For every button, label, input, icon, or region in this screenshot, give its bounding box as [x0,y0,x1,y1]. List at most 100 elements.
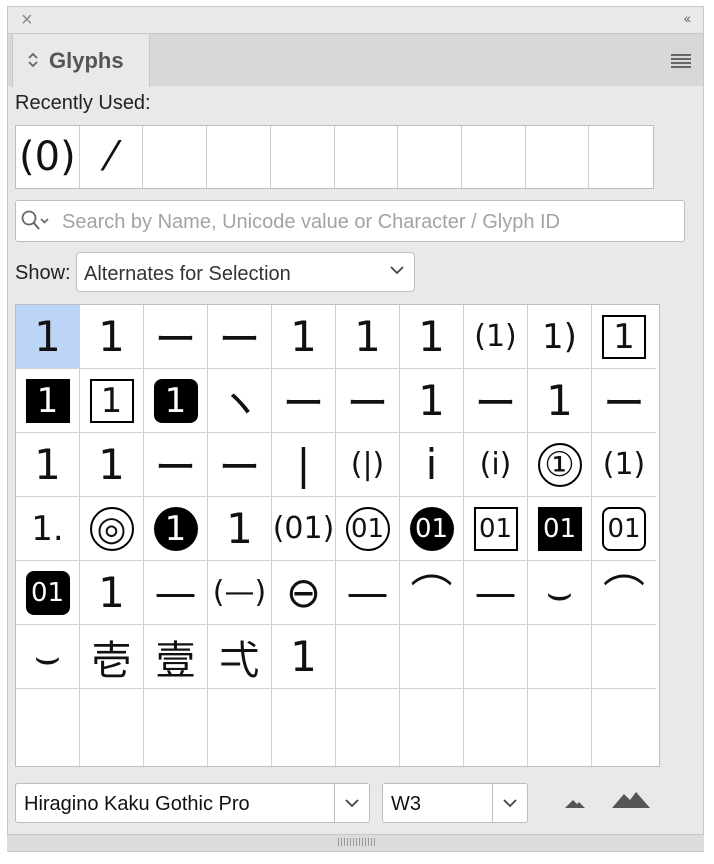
recent-glyph-cell[interactable]: (0) [16,126,80,188]
glyph-cell[interactable]: ー [208,433,272,497]
glyph-cell[interactable]: 01 [400,497,464,561]
font-family-dropdown-button[interactable] [334,784,369,822]
glyph-cell[interactable]: 1 [80,305,144,369]
glyph-cell[interactable] [144,689,208,768]
glyph-char: ⌣ [545,567,574,617]
glyph-cell[interactable]: 01 [592,497,656,561]
glyph-cell[interactable]: 1 [336,305,400,369]
show-dropdown[interactable]: Alternates for Selection [76,252,415,292]
glyph-cell[interactable]: ⌒ [592,561,656,625]
glyph-cell[interactable]: ー [144,305,208,369]
glyph-cell[interactable]: (i) [464,433,528,497]
glyph-cell[interactable]: 1 [272,305,336,369]
glyph-cell[interactable] [400,689,464,768]
glyph-cell[interactable]: ⊖ [272,561,336,625]
glyph-cell[interactable]: 1 [144,369,208,433]
glyph-cell[interactable]: 01 [528,497,592,561]
glyph-cell[interactable] [592,689,656,768]
glyph-cell[interactable]: 1 [208,497,272,561]
glyph-cell[interactable]: 1) [528,305,592,369]
search-icon[interactable] [20,209,50,233]
glyph-cell[interactable]: 1 [80,433,144,497]
glyph-char: (i) [479,447,512,482]
glyph-cell[interactable] [208,689,272,768]
glyph-cell[interactable]: ー [144,433,208,497]
collapse-panel-icon[interactable]: ‹‹ [684,10,691,26]
recent-glyph-cell[interactable] [462,126,526,188]
glyph-cell[interactable]: ー [336,369,400,433]
recent-glyph-cell[interactable] [398,126,462,188]
glyph-cell[interactable] [80,689,144,768]
glyph-cell[interactable]: 1 [16,433,80,497]
glyph-cell[interactable] [528,625,592,689]
close-icon[interactable]: × [21,9,33,31]
glyph-cell[interactable]: 1. [16,497,80,561]
recent-glyph-cell[interactable] [143,126,208,188]
glyph-cell[interactable]: 1 [272,625,336,689]
glyph-cell[interactable]: — [144,561,208,625]
glyph-cell[interactable]: ⌣ [16,625,80,689]
search-input[interactable] [60,201,674,243]
glyph-cell[interactable] [464,625,528,689]
glyph-cell[interactable]: ー [272,369,336,433]
font-weight-dropdown[interactable]: W3 [382,783,528,823]
glyph-cell[interactable]: ー [464,369,528,433]
glyph-cell[interactable]: 弌 [208,625,272,689]
glyph-char: 1 [98,568,125,617]
glyph-cell[interactable]: ー [208,305,272,369]
glyph-cell[interactable] [592,625,656,689]
glyph-cell[interactable]: — [464,561,528,625]
hamburger-menu-icon[interactable] [671,54,691,68]
glyph-cell[interactable]: 1 [400,369,464,433]
glyph-cell[interactable] [16,689,80,768]
glyph-cell[interactable]: i [400,433,464,497]
glyph-char: 1 [418,376,445,425]
glyph-cell[interactable] [336,689,400,768]
zoom-in-mountain-icon[interactable] [612,790,650,808]
glyph-cell[interactable] [336,625,400,689]
glyph-cell[interactable]: ⌒ [400,561,464,625]
font-family-dropdown[interactable]: Hiragino Kaku Gothic Pro [15,783,370,823]
recent-glyph-cell[interactable] [271,126,335,188]
glyph-cell[interactable] [528,689,592,768]
zoom-out-mountain-icon[interactable] [565,798,585,808]
glyph-cell[interactable]: 壹 [144,625,208,689]
glyph-cell[interactable]: 1 [592,305,656,369]
recent-glyph-cell[interactable] [207,126,271,188]
glyph-cell[interactable]: 壱 [80,625,144,689]
glyph-cell[interactable]: (|) [336,433,400,497]
glyph-cell[interactable] [400,625,464,689]
glyph-cell[interactable]: ① [528,433,592,497]
glyph-cell[interactable]: (1) [592,433,656,497]
tab-glyphs[interactable]: Glyphs [12,34,150,87]
glyph-cell[interactable]: 1 [400,305,464,369]
glyph-cell[interactable]: 1 [528,369,592,433]
recent-glyph-cell[interactable] [526,126,590,188]
glyph-cell[interactable]: (01) [272,497,336,561]
glyph-char: ヽ [218,379,261,428]
glyph-cell[interactable]: ー [592,369,656,433]
glyph-cell[interactable]: 1 [16,305,80,369]
resize-grip[interactable] [338,838,376,846]
glyph-cell[interactable]: 1 [80,561,144,625]
recent-glyph-cell[interactable]: ⁄ [80,126,144,188]
glyph-cell[interactable]: (—) [208,561,272,625]
glyph-cell[interactable]: | [272,433,336,497]
glyph-cell[interactable]: 1 [144,497,208,561]
glyph-cell[interactable]: (1) [464,305,528,369]
glyph-cell[interactable] [464,689,528,768]
glyph-grid: 1 1 ーー 1 1 1 (1) 1) 1 1 1 1 ヽーー 1 ー 1 ー 1 1 ーー | (|) i (i) ① (1) 1… [15,304,660,768]
font-weight-dropdown-button[interactable] [492,784,527,822]
recent-glyph-cell[interactable] [589,126,653,188]
glyph-cell[interactable]: 01 [16,561,80,625]
glyph-cell[interactable]: ヽ [208,369,272,433]
glyph-cell[interactable]: ⌣ [528,561,592,625]
recent-glyph-cell[interactable] [335,126,399,188]
glyph-cell[interactable]: 1 [16,369,80,433]
glyph-cell[interactable]: 01 [336,497,400,561]
glyph-cell[interactable]: 1 [80,369,144,433]
glyph-cell[interactable]: 01 [464,497,528,561]
glyph-cell[interactable] [272,689,336,768]
glyph-cell[interactable]: ◎ [80,497,144,561]
glyph-cell[interactable]: — [336,561,400,625]
